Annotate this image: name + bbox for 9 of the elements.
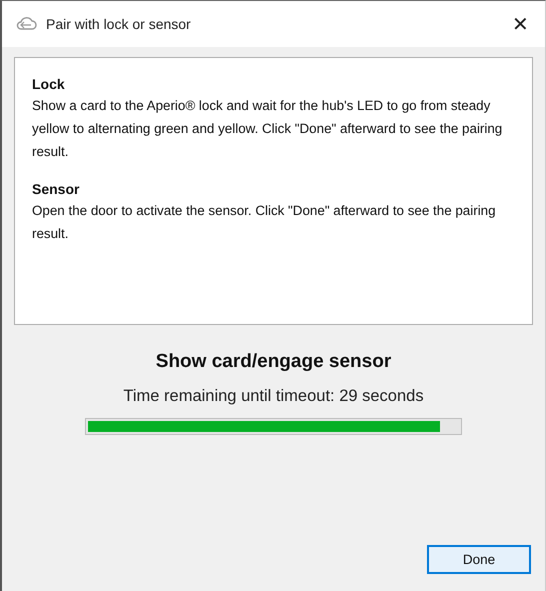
- timeout-text: Time remaining until timeout: 29 seconds: [123, 387, 424, 406]
- status-heading: Show card/engage sensor: [156, 351, 392, 373]
- window-title: Pair with lock or sensor: [46, 16, 192, 32]
- section-text: Show a card to the Aperio® lock and wait for the hub's LED to go from steady yellow to alternating green and yellow. Click "Done" afterward to see the pairing result.: [32, 97, 504, 161]
- section-text: Open the door to activate the sensor. Click "Done" afterward to see the pairing result.: [32, 202, 497, 243]
- section-heading: Lock: [32, 76, 66, 92]
- section-heading: Sensor: [32, 181, 80, 197]
- close-button[interactable]: ✕: [506, 12, 535, 36]
- done-button[interactable]: Done: [427, 545, 531, 574]
